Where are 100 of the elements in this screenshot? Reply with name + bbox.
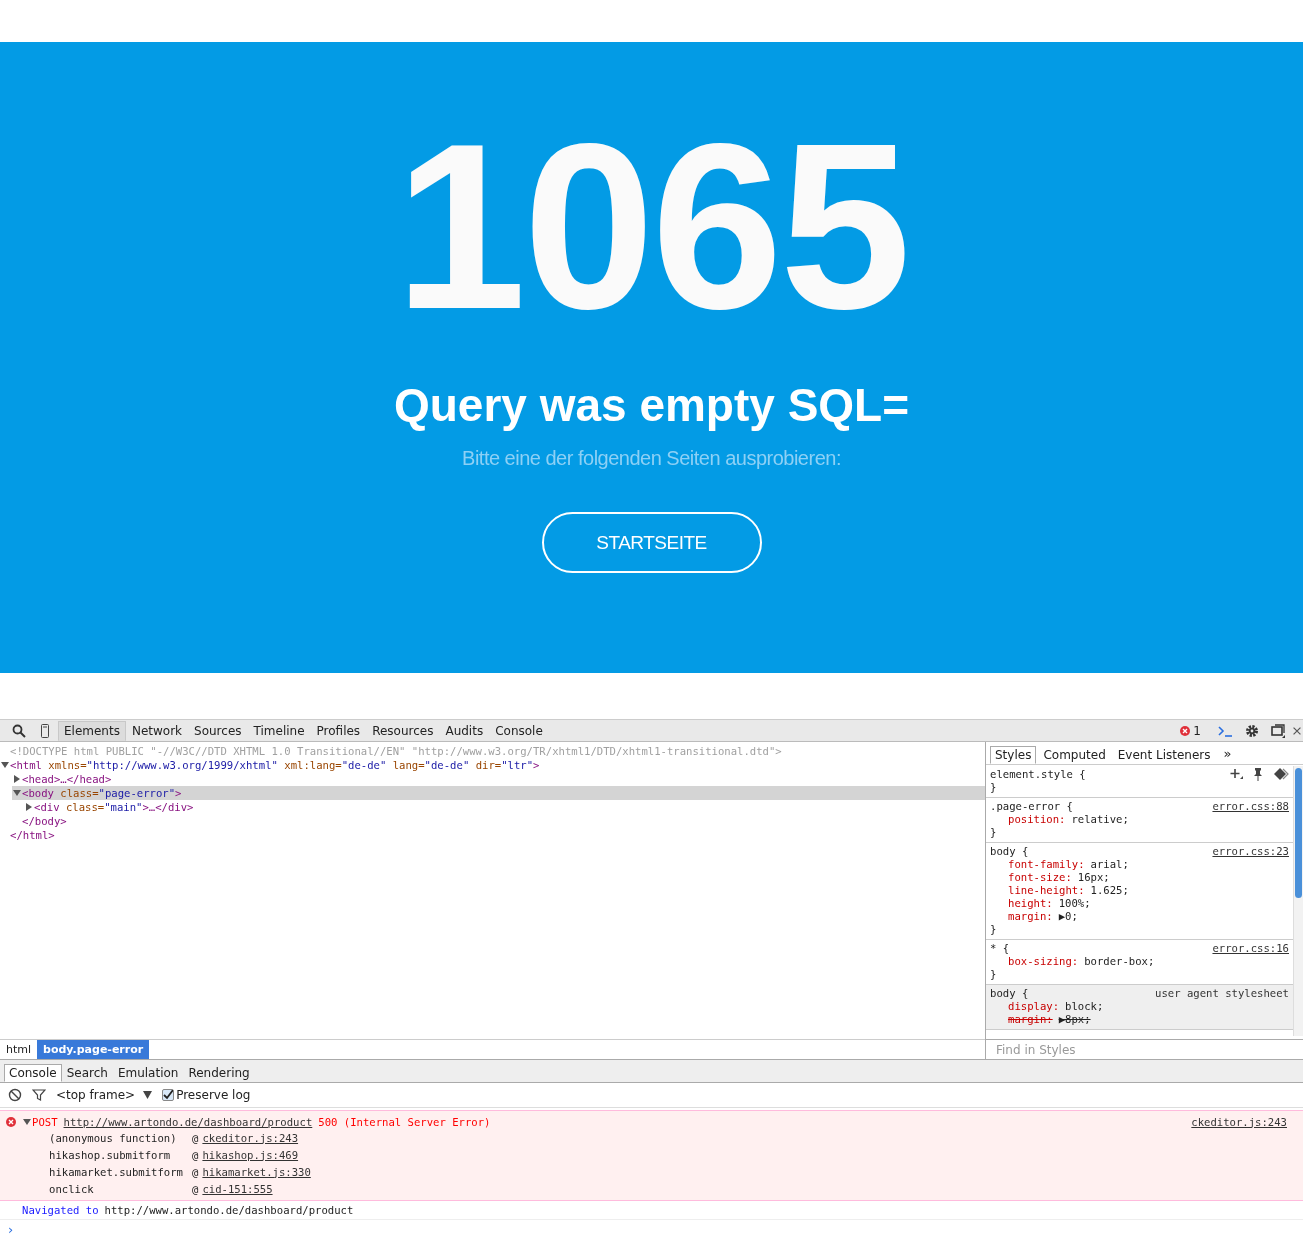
find-in-styles-field[interactable]: Find in Styles <box>986 1039 1303 1059</box>
status-text: 500 (Internal Server Error) <box>318 1115 491 1128</box>
error-code: 1065 <box>395 108 908 344</box>
stack-function: (anonymous function) <box>49 1131 178 1144</box>
css-selector: .page-error { <box>990 800 1073 813</box>
preserve-log-label[interactable]: Preserve log <box>176 1088 251 1102</box>
css-property-name[interactable]: margin: <box>1008 910 1053 923</box>
at-sign: @ <box>192 1182 199 1195</box>
stack-location-link[interactable]: hikashop.js:469 <box>202 1148 299 1161</box>
dom-node-text[interactable]: <html xmlns="http://www.w3.org/1999/xhtml" xml:lang="de-de" lang="de-de" dir="ltr"> <box>10 759 540 771</box>
error-count[interactable]: 1 <box>1193 723 1201 738</box>
collapse-triangle-icon[interactable] <box>12 788 22 798</box>
stylesheet-origin: user agent stylesheet <box>1155 987 1289 1000</box>
frame-selector[interactable]: <top frame> <box>56 1088 136 1102</box>
css-property-value[interactable]: border-box; <box>1084 955 1155 968</box>
devtools-tab[interactable]: Audits <box>439 720 490 741</box>
css-property-value[interactable]: 16px; <box>1077 871 1110 884</box>
devtools-tab[interactable]: Timeline <box>247 720 311 741</box>
more-tabs-button[interactable]: » <box>1223 745 1232 761</box>
css-selector: body { <box>990 845 1029 858</box>
css-selector: body { <box>990 987 1029 1000</box>
css-property-name[interactable]: margin: <box>1008 1013 1053 1026</box>
css-property-name[interactable]: position: <box>1008 813 1066 826</box>
error-subtitle: Bitte eine der folgenden Seiten ausprobieren: <box>462 447 841 471</box>
drawer-tab[interactable]: Search <box>61 1064 113 1082</box>
devtools-tab[interactable]: Resources <box>366 720 440 741</box>
css-property-value[interactable]: 1.625; <box>1090 884 1129 897</box>
breadcrumb[interactable]: html <box>0 1040 38 1059</box>
css-property-name[interactable]: height: <box>1008 897 1053 910</box>
console-prompt-icon[interactable] <box>1217 723 1233 738</box>
sidebar-tab[interactable]: Event Listeners <box>1112 746 1216 764</box>
navigated-label: Navigated to <box>22 1204 99 1216</box>
collapse-triangle-icon[interactable] <box>0 760 10 770</box>
stack-location-link[interactable]: hikamarket.js:330 <box>202 1165 311 1178</box>
source-link[interactable]: error.css:88 <box>1212 800 1289 813</box>
source-link[interactable]: error.css:16 <box>1212 942 1289 955</box>
devtools-tab[interactable]: Network <box>125 720 189 741</box>
stack-function: hikamarket.submitform <box>49 1165 184 1178</box>
closing-brace: } <box>990 968 997 981</box>
dom-closing-tag: </body> <box>22 815 67 827</box>
sidebar-tab[interactable]: Computed <box>1038 746 1111 764</box>
sidebar-tab[interactable]: Styles <box>990 746 1037 764</box>
settings-icon[interactable] <box>1245 723 1259 738</box>
breadcrumb[interactable]: body.page-error <box>37 1040 150 1059</box>
dom-node-text[interactable]: <body class="page-error"> <box>22 787 182 799</box>
source-link[interactable]: error.css:23 <box>1212 845 1289 858</box>
preserve-log-checkbox[interactable] <box>162 1089 175 1101</box>
closing-brace: } <box>990 781 997 794</box>
phone-icon[interactable] <box>38 723 52 738</box>
css-property-name[interactable]: font-size: <box>1008 871 1072 884</box>
css-property-value[interactable]: ▶8px; <box>1058 1013 1091 1026</box>
at-sign: @ <box>192 1148 199 1161</box>
css-property-value[interactable]: ▶0; <box>1058 910 1078 923</box>
devtools-tab[interactable]: Profiles <box>310 720 367 741</box>
devtools-tab[interactable]: Sources <box>188 720 248 741</box>
closing-brace: } <box>990 923 997 936</box>
css-property-value[interactable]: 100%; <box>1058 897 1091 910</box>
drawer-tab[interactable]: Console <box>4 1064 62 1082</box>
collapse-triangle-icon[interactable] <box>22 1116 32 1127</box>
dom-closing-tag: </html> <box>10 829 55 841</box>
error-title: Query was empty SQL= <box>393 378 910 433</box>
dock-icon[interactable] <box>1271 723 1285 738</box>
at-sign: @ <box>192 1131 199 1144</box>
dom-node-text[interactable]: <head>…</head> <box>22 773 112 785</box>
drawer-tab[interactable]: Emulation <box>112 1064 184 1082</box>
css-selector: element.style { <box>990 767 1086 781</box>
navigated-url: http://www.artondo.de/dashboard/product <box>104 1204 354 1216</box>
stack-location-link[interactable]: cid-151:555 <box>202 1182 273 1195</box>
console-prompt[interactable]: › <box>0 1220 1303 1239</box>
devtools-tab[interactable]: Elements <box>58 720 126 741</box>
css-property-name[interactable]: line-height: <box>1008 884 1085 897</box>
css-property-name[interactable]: box-sizing: <box>1008 955 1079 968</box>
diamond-icon[interactable] <box>1273 767 1289 781</box>
expand-triangle-icon[interactable] <box>24 802 34 812</box>
dropdown-arrow-icon[interactable] <box>143 1091 153 1099</box>
plus-icon[interactable] <box>1229 767 1243 781</box>
css-selector: * { <box>990 942 1010 955</box>
request-url-link[interactable]: http://www.artondo.de/dashboard/product <box>63 1115 313 1128</box>
error-icon <box>1180 725 1191 736</box>
search-icon[interactable] <box>12 723 26 738</box>
at-sign: @ <box>192 1165 199 1178</box>
error-icon <box>6 1116 16 1127</box>
expand-triangle-icon[interactable] <box>12 774 22 784</box>
stack-location-link[interactable]: ckeditor.js:243 <box>202 1131 299 1144</box>
stack-function: onclick <box>49 1182 95 1195</box>
closing-brace: } <box>990 826 997 839</box>
request-method: POST <box>32 1115 58 1128</box>
css-property-value[interactable]: relative; <box>1071 813 1129 826</box>
css-property-name[interactable]: font-family: <box>1008 858 1085 871</box>
devtools-tab[interactable]: Console <box>489 720 549 741</box>
stack-function: hikashop.submitform <box>49 1148 172 1161</box>
css-property-name[interactable]: display: <box>1008 1000 1060 1013</box>
css-property-value[interactable]: arial; <box>1090 858 1129 871</box>
source-link[interactable]: ckeditor.js:243 <box>1191 1115 1287 1128</box>
filter-icon[interactable] <box>32 1088 46 1102</box>
drawer-tab[interactable]: Rendering <box>183 1064 255 1082</box>
css-property-value[interactable]: block; <box>1065 1000 1104 1013</box>
scrollbar[interactable] <box>1293 766 1303 1036</box>
clear-icon[interactable] <box>8 1088 22 1102</box>
dom-node-text[interactable]: <div class="main">…</div> <box>34 801 194 813</box>
